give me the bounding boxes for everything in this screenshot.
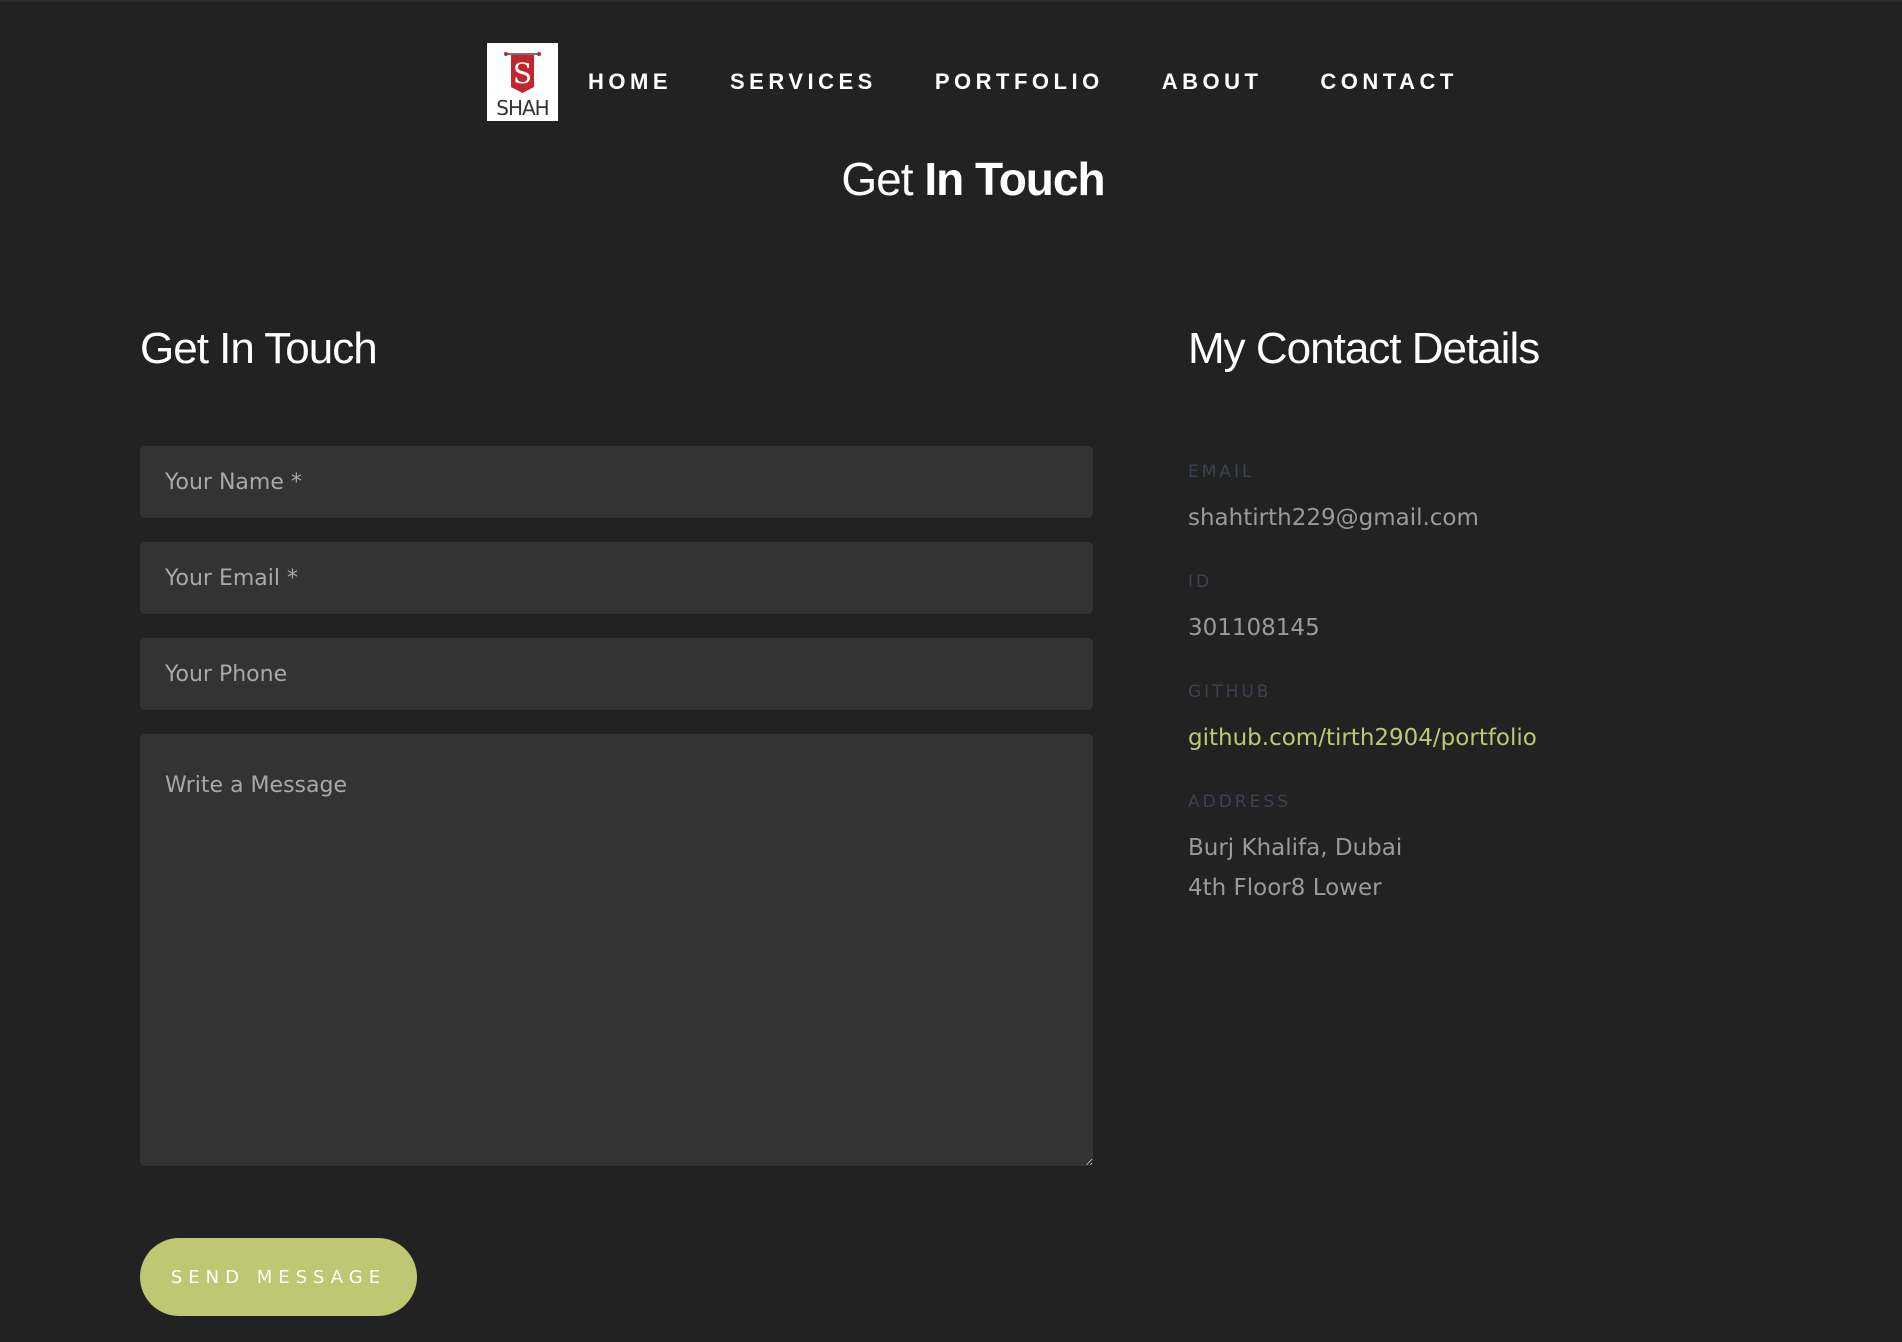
contact-details-heading: My Contact Details: [1188, 324, 1540, 373]
detail-id: ID 301108145: [1188, 572, 1808, 648]
email-label: EMAIL: [1188, 462, 1255, 482]
contact-form: SEND MESSAGE: [140, 446, 1093, 1316]
main-nav: S SHAH HOME SERVICES PORTFOLIO ABOUT CON…: [487, 43, 1458, 121]
page-title-light: Get: [841, 153, 913, 205]
page-title: Get In Touch: [0, 152, 1902, 206]
address-label: ADDRESS: [1188, 792, 1291, 812]
phone-input[interactable]: [140, 638, 1093, 710]
github-link[interactable]: github.com/tirth2904/portfolio: [1188, 725, 1537, 751]
top-border: [0, 0, 1902, 2]
send-message-button[interactable]: SEND MESSAGE: [140, 1238, 417, 1316]
nav-links: HOME SERVICES PORTFOLIO ABOUT CONTACT: [588, 69, 1458, 95]
detail-address: ADDRESS Burj Khalifa, Dubai 4th Floor8 L…: [1188, 792, 1808, 908]
contact-form-section: Get In Touch SEND MESSAGE: [140, 318, 1093, 1316]
id-label: ID: [1188, 572, 1213, 592]
detail-email: EMAIL shahtirth229@gmail.com: [1188, 462, 1808, 538]
email-input[interactable]: [140, 542, 1093, 614]
svg-text:S: S: [513, 57, 532, 90]
message-textarea[interactable]: [140, 734, 1093, 1166]
id-value: 301108145: [1188, 615, 1320, 641]
contact-details-list: EMAIL shahtirth229@gmail.com ID 30110814…: [1188, 462, 1808, 908]
address-line-1: Burj Khalifa, Dubai: [1188, 835, 1403, 861]
nav-item-contact[interactable]: CONTACT: [1320, 69, 1457, 95]
shah-logo-icon: S SHAH: [487, 43, 558, 121]
github-label: GITHUB: [1188, 682, 1272, 702]
form-heading: Get In Touch: [140, 324, 378, 373]
email-value: shahtirth229@gmail.com: [1188, 505, 1479, 531]
detail-github: GITHUB github.com/tirth2904/portfolio: [1188, 682, 1808, 758]
name-input[interactable]: [140, 446, 1093, 518]
nav-item-portfolio[interactable]: PORTFOLIO: [935, 69, 1104, 95]
address-line-2: 4th Floor8 Lower: [1188, 875, 1382, 901]
nav-item-home[interactable]: HOME: [588, 69, 672, 95]
page-title-bold: In Touch: [924, 153, 1105, 205]
nav-item-services[interactable]: SERVICES: [730, 69, 877, 95]
svg-text:SHAH: SHAH: [496, 96, 548, 120]
site-logo[interactable]: S SHAH: [487, 43, 558, 121]
contact-details-section: My Contact Details EMAIL shahtirth229@gm…: [1188, 318, 1808, 942]
nav-item-about[interactable]: ABOUT: [1162, 69, 1263, 95]
